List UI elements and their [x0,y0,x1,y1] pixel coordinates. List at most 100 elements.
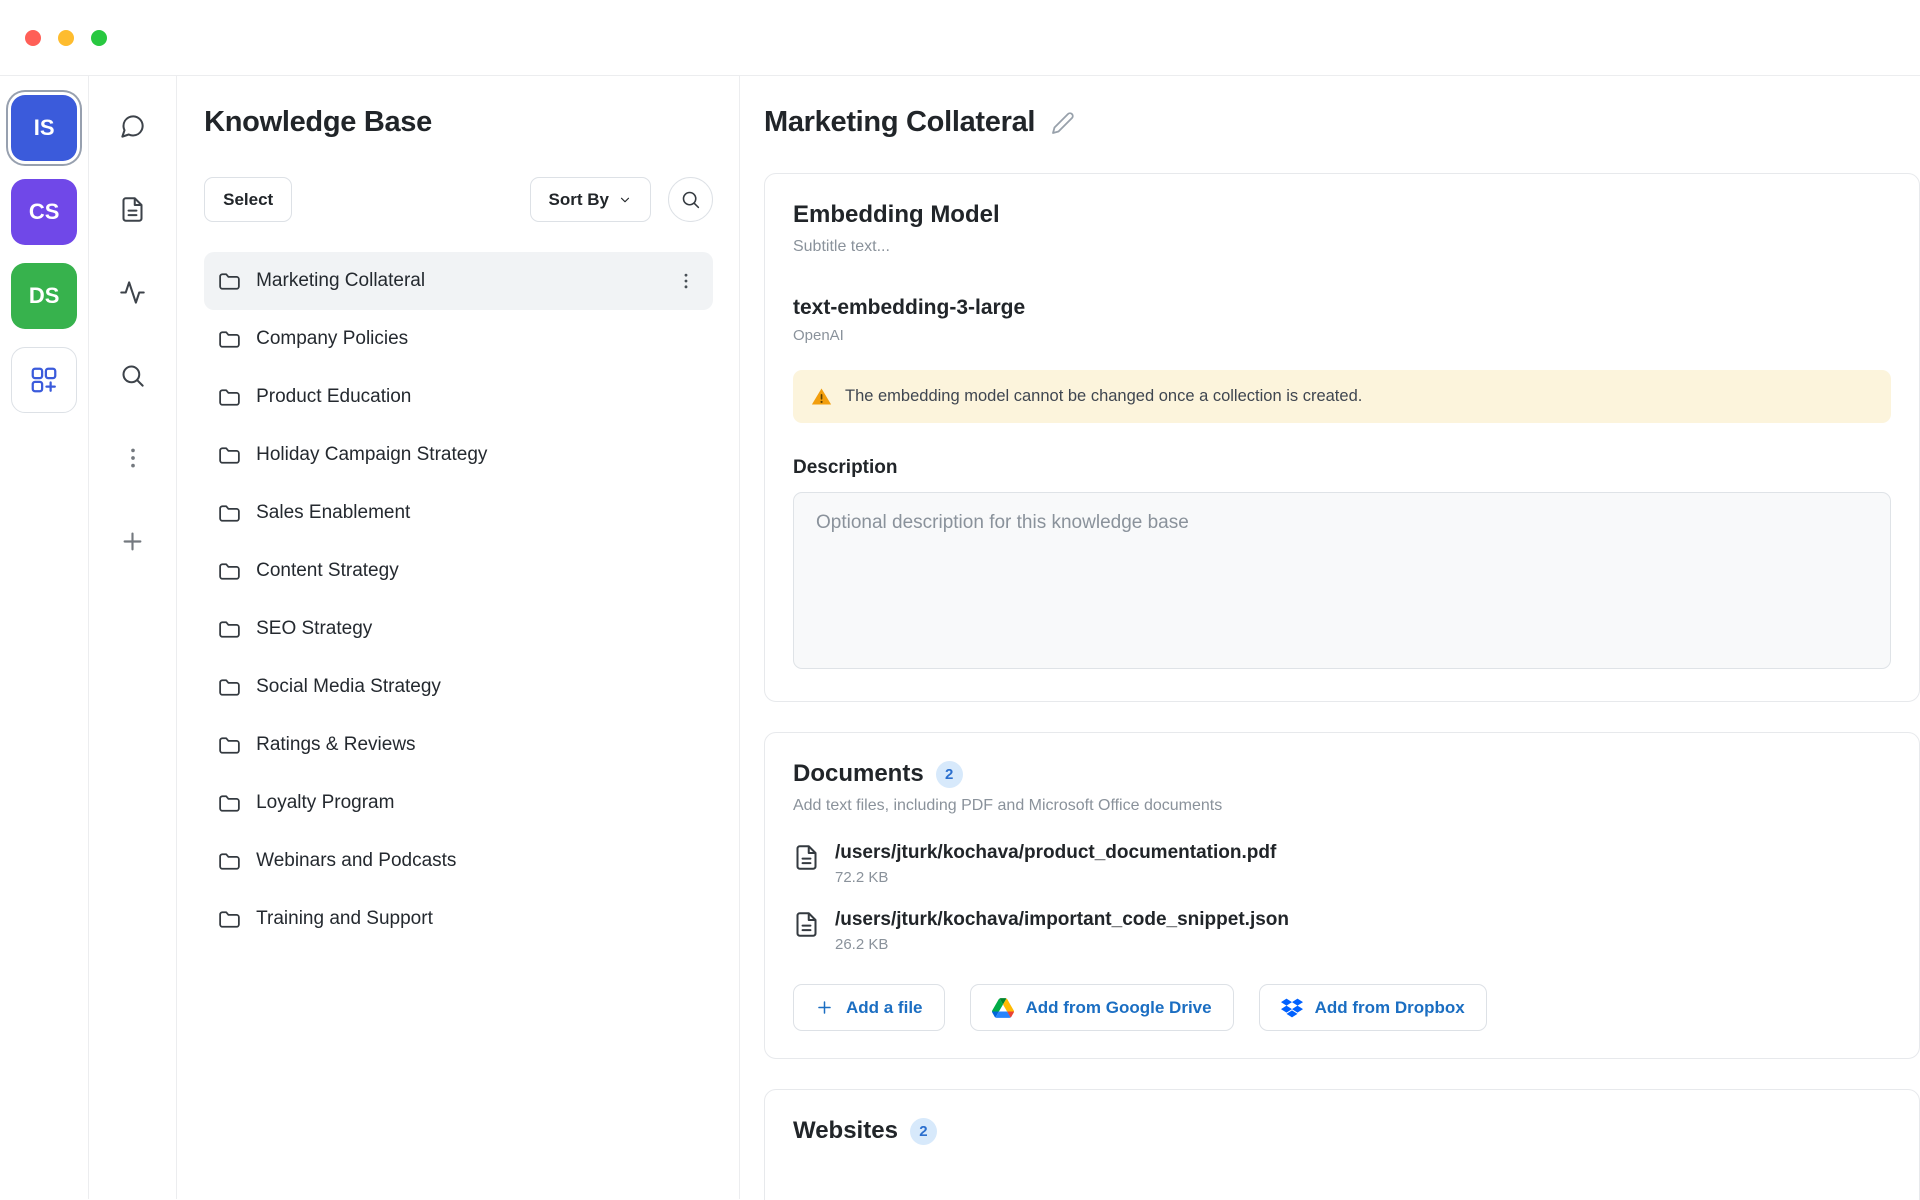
folder-row-sales-enablement[interactable]: Sales Enablement [204,484,713,542]
workspace-avatar-cs[interactable]: CS [11,179,77,245]
nav-rail [89,76,177,1199]
folder-row-loyalty-program[interactable]: Loyalty Program [204,774,713,832]
workspace-avatar-ds[interactable]: DS [11,263,77,329]
folder-name: SEO Strategy [256,618,372,640]
description-input[interactable] [793,492,1891,669]
folder-name: Company Policies [256,328,408,350]
panel-title: Knowledge Base [204,106,713,139]
folder-icon [217,791,242,816]
knowledge-base-panel: Knowledge Base Select Sort By Marketing … [177,76,740,1199]
detail-panel: Marketing Collateral Embedding Model Sub… [740,76,1920,1199]
folder-icon [217,849,242,874]
chat-bubble-icon [119,113,146,140]
select-button[interactable]: Select [204,177,292,222]
add-file-label: Add a file [846,998,923,1018]
folder-icon [217,501,242,526]
file-row-product-documentation[interactable]: /users/jturk/kochava/product_documentati… [793,842,1891,886]
add-file-button[interactable]: Add a file [793,984,945,1031]
folder-icon [217,385,242,410]
folder-name: Marketing Collateral [256,270,425,292]
add-from-dropbox-button[interactable]: Add from Dropbox [1259,984,1487,1031]
folder-name: Holiday Campaign Strategy [256,444,487,466]
add-workspace-button[interactable] [11,347,77,413]
add-from-dropbox-label: Add from Dropbox [1315,998,1465,1018]
workspace-avatar-label: CS [29,199,60,225]
nav-add-button[interactable] [111,519,155,563]
websites-count-badge: 2 [910,1118,937,1145]
minimize-window-button[interactable] [58,30,74,46]
add-from-google-drive-button[interactable]: Add from Google Drive [970,984,1234,1031]
workspace-avatar-label: DS [29,283,60,309]
nav-notes-button[interactable] [111,187,155,231]
file-row-important-code-snippet[interactable]: /users/jturk/kochava/important_code_snip… [793,909,1891,953]
documents-card: Documents 2 Add text files, including PD… [764,732,1920,1059]
description-label: Description [793,457,1891,479]
documents-subtitle: Add text files, including PDF and Micros… [793,797,1891,815]
file-path: /users/jturk/kochava/important_code_snip… [835,909,1289,931]
folder-row-seo-strategy[interactable]: SEO Strategy [204,600,713,658]
folder-row-content-strategy[interactable]: Content Strategy [204,542,713,600]
sort-by-label: Sort By [549,190,609,210]
folder-name: Webinars and Podcasts [256,850,456,872]
folder-icon [217,675,242,700]
list-header: Select Sort By [204,177,713,222]
folder-icon [217,559,242,584]
plus-icon [119,528,146,555]
nav-more-button[interactable] [111,436,155,480]
folder-options-kebab-icon[interactable] [672,267,700,295]
document-icon [119,196,146,223]
folder-icon [217,907,242,932]
folder-icon [217,269,242,294]
documents-count-badge: 2 [936,761,963,788]
folder-name: Social Media Strategy [256,676,441,698]
list-search-button[interactable] [668,177,713,222]
more-vertical-icon [120,445,146,471]
workspace-rail: IS CS DS [0,76,89,1199]
embedding-model-name: text-embedding-3-large [793,296,1891,320]
documents-actions: Add a file Add from Google Drive Add fro… [793,984,1891,1031]
nav-search-button[interactable] [111,353,155,397]
folder-list: Marketing Collateral Company Policies Pr… [204,252,713,948]
folder-name: Content Strategy [256,560,399,582]
folder-name: Ratings & Reviews [256,734,415,756]
documents-title: Documents [793,760,924,788]
nav-activity-button[interactable] [111,270,155,314]
folder-icon [217,327,242,352]
folder-name: Loyalty Program [256,792,394,814]
close-window-button[interactable] [25,30,41,46]
folder-icon [217,443,242,468]
folder-name: Training and Support [256,908,433,930]
folder-row-product-education[interactable]: Product Education [204,368,713,426]
app-window: IS CS DS Knowledge Base Select Sort By [0,0,1920,1200]
folder-row-webinars-and-podcasts[interactable]: Webinars and Podcasts [204,832,713,890]
zoom-window-button[interactable] [91,30,107,46]
embedding-model-card: Embedding Model Subtitle text... text-em… [764,173,1920,702]
folder-icon [217,733,242,758]
embedding-warning-banner: The embedding model cannot be changed on… [793,370,1891,423]
edit-title-pencil-icon[interactable] [1051,111,1075,135]
folder-icon [217,617,242,642]
documents-file-list: /users/jturk/kochava/product_documentati… [793,842,1891,953]
grid-plus-icon [29,365,59,395]
folder-row-holiday-campaign-strategy[interactable]: Holiday Campaign Strategy [204,426,713,484]
websites-title: Websites [793,1117,898,1145]
workspace-avatar-is[interactable]: IS [11,95,77,161]
nav-chat-button[interactable] [111,104,155,148]
sort-by-button[interactable]: Sort By [530,177,651,222]
folder-row-marketing-collateral[interactable]: Marketing Collateral [204,252,713,310]
folder-row-training-and-support[interactable]: Training and Support [204,890,713,948]
search-icon [680,189,701,210]
folder-name: Sales Enablement [256,502,410,524]
file-size: 26.2 KB [835,936,1289,953]
workspace-avatar-label: IS [34,115,55,141]
chevron-down-icon [618,193,632,207]
folder-row-ratings-reviews[interactable]: Ratings & Reviews [204,716,713,774]
warning-text: The embedding model cannot be changed on… [845,387,1362,406]
folder-row-social-media-strategy[interactable]: Social Media Strategy [204,658,713,716]
dropbox-icon [1281,997,1303,1019]
folder-name: Product Education [256,386,411,408]
search-icon [119,362,146,389]
folder-row-company-policies[interactable]: Company Policies [204,310,713,368]
file-size: 72.2 KB [835,869,1276,886]
google-drive-icon [992,998,1014,1018]
